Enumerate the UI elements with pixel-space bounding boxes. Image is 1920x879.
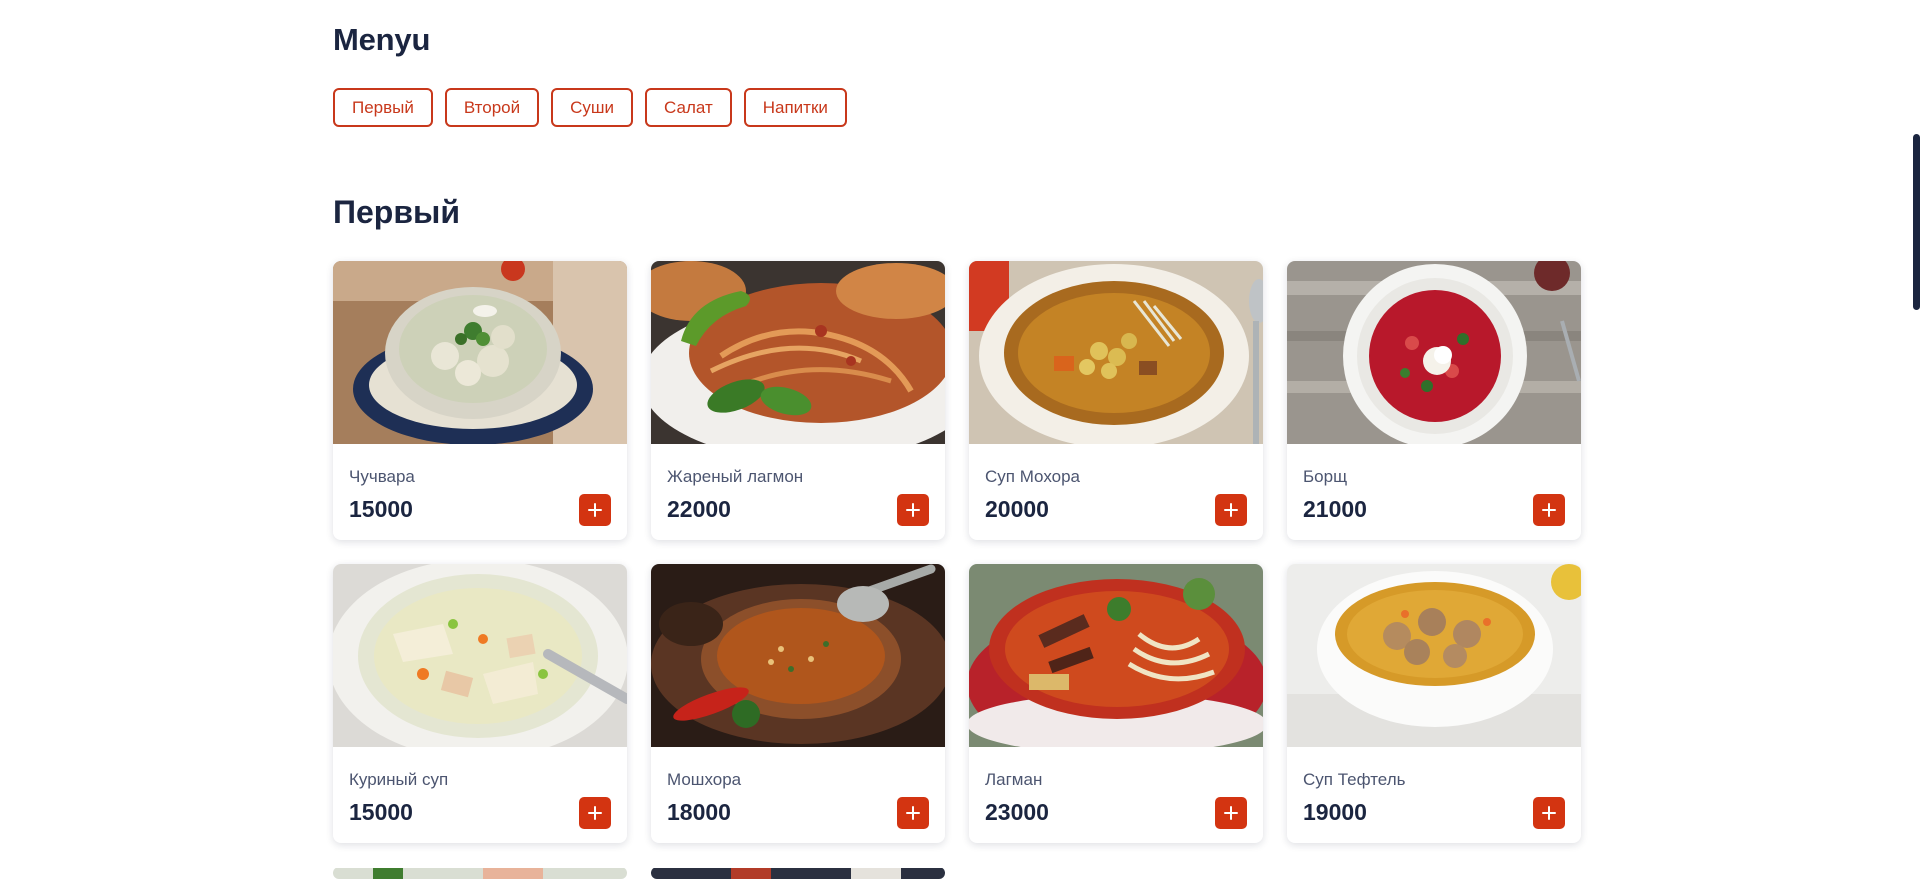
product-name: Суп Мохора [985, 467, 1080, 486]
product-card-partial[interactable] [651, 867, 945, 879]
add-to-cart-button[interactable] [1215, 494, 1247, 526]
product-price: 23000 [985, 799, 1049, 825]
product-name: Чучвара [349, 467, 415, 486]
product-photo [333, 868, 627, 879]
product-name: Суп Тефтель [1303, 770, 1406, 789]
add-to-cart-button[interactable] [1533, 797, 1565, 829]
plus-icon [1224, 806, 1238, 820]
scrollbar-thumb[interactable] [1913, 134, 1920, 310]
product-card[interactable]: Суп Мохора 20000 [969, 261, 1263, 540]
product-card[interactable]: Борщ 21000 [1287, 261, 1581, 540]
product-price: 19000 [1303, 799, 1367, 825]
product-photo [969, 564, 1263, 747]
product-card[interactable]: Чучвара 15000 [333, 261, 627, 540]
product-card[interactable]: Куриный суп 15000 [333, 564, 627, 843]
product-price: 18000 [667, 799, 731, 825]
plus-icon [1542, 806, 1556, 820]
add-to-cart-button[interactable] [1533, 494, 1565, 526]
product-card[interactable]: Жареный лагмон 22000 [651, 261, 945, 540]
add-to-cart-button[interactable] [1215, 797, 1247, 829]
filter-drinks-button[interactable]: Напитки [743, 88, 847, 127]
product-price: 15000 [349, 496, 413, 522]
product-photo [651, 564, 945, 747]
product-photo [1287, 261, 1581, 444]
add-to-cart-button[interactable] [897, 797, 929, 829]
product-name: Мошхора [667, 770, 742, 789]
product-name: Лагман [985, 770, 1043, 789]
product-name: Борщ [1303, 467, 1348, 486]
add-to-cart-button[interactable] [897, 494, 929, 526]
product-grid: Чучвара 15000 Жареный лагмон 22000 Суп М… [333, 261, 1581, 879]
product-price: 15000 [349, 799, 413, 825]
product-card[interactable]: Лагман 23000 [969, 564, 1263, 843]
category-filters: Первый Второй Суши Салат Напитки [333, 88, 847, 127]
plus-icon [1542, 503, 1556, 517]
plus-icon [1224, 503, 1238, 517]
product-photo [651, 261, 945, 444]
product-photo [333, 261, 627, 444]
filter-second-course-button[interactable]: Второй [444, 88, 540, 127]
plus-icon [588, 503, 602, 517]
filter-salad-button[interactable]: Салат [645, 88, 732, 127]
product-name: Куриный суп [349, 770, 449, 789]
filter-first-course-button[interactable]: Первый [333, 88, 433, 127]
scrollbar[interactable] [1913, 0, 1920, 878]
section-title: Первый [333, 194, 461, 230]
product-price: 22000 [667, 496, 731, 522]
product-photo [969, 261, 1263, 444]
product-card-partial[interactable] [333, 867, 627, 879]
product-name: Жареный лагмон [667, 467, 804, 486]
product-card[interactable]: Мошхора 18000 [651, 564, 945, 843]
product-photo [333, 564, 627, 747]
plus-icon [906, 503, 920, 517]
product-price: 21000 [1303, 496, 1367, 522]
add-to-cart-button[interactable] [579, 797, 611, 829]
product-photo [1287, 564, 1581, 747]
product-photo [651, 868, 945, 879]
filter-sushi-button[interactable]: Суши [551, 88, 634, 127]
page-title: Menyu [333, 22, 431, 57]
plus-icon [588, 806, 602, 820]
product-card[interactable]: Суп Тефтель 19000 [1287, 564, 1581, 843]
product-price: 20000 [985, 496, 1049, 522]
add-to-cart-button[interactable] [579, 494, 611, 526]
plus-icon [906, 806, 920, 820]
